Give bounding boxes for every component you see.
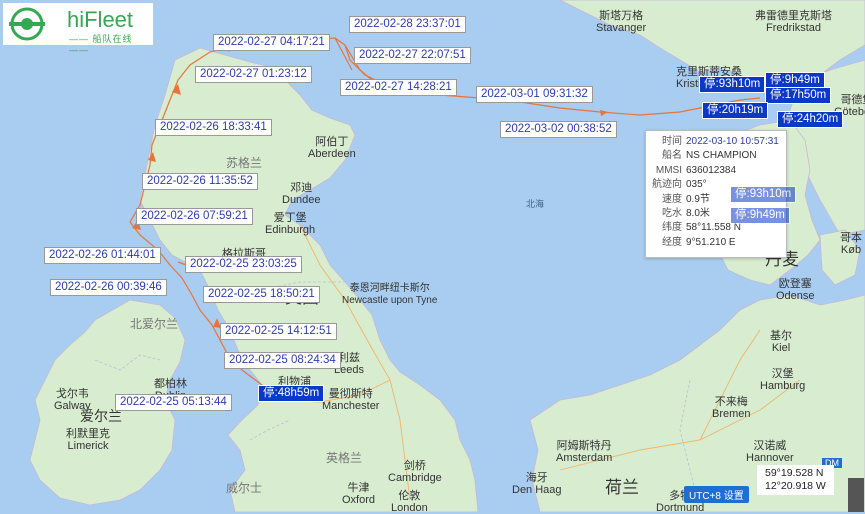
popup-row-longitude: 经度 9°51.210 E	[662, 236, 736, 248]
track-label[interactable]: 2022-02-25 05:13:44	[115, 394, 232, 411]
place-manchester: 曼彻斯特 Manchester	[322, 388, 380, 412]
track-label[interactable]: 2022-02-28 23:37:01	[349, 16, 466, 33]
place-fredrikstad: 弗雷德里克斯塔 Fredrikstad	[755, 10, 832, 34]
place-limerick: 利默里克 Limerick	[66, 428, 110, 452]
popup-row-mmsi: MMSI 636012384	[655, 164, 737, 176]
hifleet-logo[interactable]: hiFleet —— 船队在线 ——	[3, 3, 153, 55]
track-label[interactable]: 2022-02-25 14:12:51	[220, 323, 337, 340]
britain-landmass	[139, 47, 479, 512]
place-ireland: 爱尔兰	[80, 408, 122, 424]
layer-panel-toggle[interactable]	[848, 478, 864, 512]
place-kiel: 基尔 Kiel	[770, 330, 792, 354]
coord-lat: 59°19.528 N	[765, 467, 824, 479]
stop-badge[interactable]: 停:17h50m	[765, 87, 832, 104]
place-london: 伦敦 London	[391, 490, 428, 514]
brand-tagline: —— 船队在线 ——	[69, 34, 133, 55]
place-copenhagen: 哥本 Køb	[840, 232, 862, 256]
ship-info-popup: 时间 2022-03-10 10:57:31 船名 NS CHAMPION MMSI…	[645, 130, 797, 258]
track-label[interactable]: 2022-02-27 04:17:21	[213, 34, 330, 51]
ghost-stop-badge: 停:9h49m	[730, 207, 790, 224]
stop-badge[interactable]: 停:48h59m	[258, 385, 325, 402]
place-hamburg: 汉堡 Hamburg	[760, 368, 806, 392]
place-north-sea: 北海	[526, 199, 545, 209]
place-scotland: 苏格兰	[226, 156, 263, 170]
track-label[interactable]: 2022-02-27 14:28:21	[340, 79, 457, 96]
track-label[interactable]: 2022-02-27 22:07:51	[354, 47, 471, 64]
coord-lon: 12°20.918 W	[765, 480, 826, 492]
place-edinburgh: 爱丁堡 Edinburgh	[265, 212, 316, 236]
place-bremen: 不来梅 Bremen	[712, 396, 751, 420]
place-dundee: 邓迪 Dundee	[282, 182, 321, 206]
place-stavanger: 斯塔万格 Stavanger	[596, 10, 647, 34]
place-n-ireland: 北爱尔兰	[130, 317, 179, 331]
place-newcastle: 泰恩河畔纽卡斯尔 Newcastle upon Tyne	[342, 283, 438, 306]
place-netherlands: 荷兰	[605, 478, 639, 497]
track-label[interactable]: 2022-02-26 01:44:01	[44, 247, 161, 264]
cursor-coordinates: 59°19.528 N 12°20.918 W	[757, 465, 834, 495]
place-oxford: 牛津 Oxford	[342, 482, 376, 506]
place-hague: 海牙 Den Haag	[512, 472, 562, 496]
ghost-stop-badge: 停:93h10m	[730, 186, 797, 203]
timezone-settings-button[interactable]: UTC+8 设置	[684, 486, 749, 503]
popup-row-ship-name: 船名 NS CHAMPION	[662, 150, 757, 162]
track-label[interactable]: 2022-02-26 00:39:46	[50, 279, 167, 296]
hifleet-logo-icon	[9, 7, 45, 41]
track-label[interactable]: 2022-02-26 11:35:52	[142, 173, 258, 190]
place-hanover: 汉诺威 Hannover	[746, 440, 794, 464]
popup-row-time: 时间 2022-03-10 10:57:31	[662, 136, 779, 147]
track-label[interactable]: 2022-02-27 01:23:12	[195, 66, 312, 83]
place-wales: 威尔士	[226, 481, 263, 495]
place-england: 英格兰	[326, 451, 363, 465]
track-label[interactable]: 2022-02-25 18:50:21	[203, 286, 320, 303]
brand-name: hiFleet	[67, 7, 134, 32]
place-aberdeen: 阿伯丁 Aberdeen	[308, 136, 356, 160]
place-amsterdam: 阿姆斯特丹 Amsterdam	[556, 440, 613, 464]
track-label[interactable]: 2022-02-25 23:03:25	[185, 256, 302, 273]
place-odense: 欧登塞 Odense	[776, 278, 815, 302]
track-label[interactable]: 2022-02-26 07:59:21	[136, 208, 253, 225]
track-label[interactable]: 2022-03-02 00:38:52	[500, 121, 617, 138]
stop-badge[interactable]: 停:93h10m	[699, 76, 766, 93]
track-label[interactable]: 2022-02-26 18:33:41	[155, 119, 272, 136]
place-cambridge: 剑桥 Cambridge	[388, 460, 442, 484]
stop-badge[interactable]: 停:24h20m	[777, 111, 844, 128]
track-label[interactable]: 2022-02-25 08:24:34	[224, 352, 341, 369]
stop-badge[interactable]: 停:20h19m	[702, 102, 769, 119]
track-label[interactable]: 2022-03-01 09:31:32	[476, 86, 593, 103]
